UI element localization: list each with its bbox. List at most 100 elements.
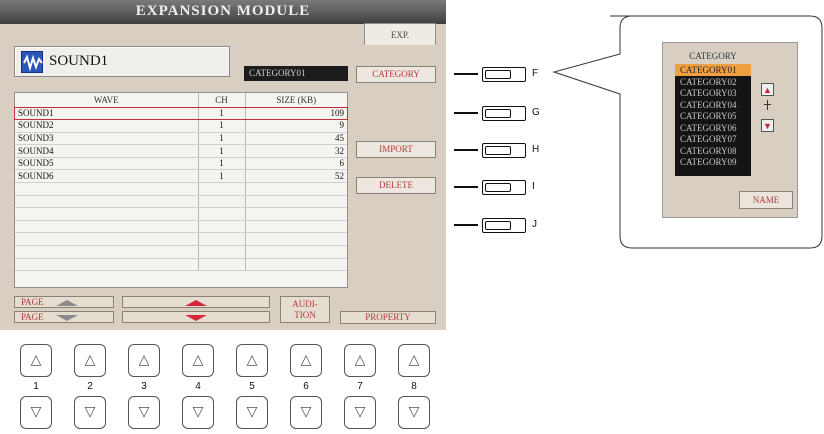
connector-line (454, 73, 478, 75)
table-row[interactable]: SOUND3 1 45 (15, 132, 347, 146)
arrow-down-icon (55, 314, 78, 321)
table-row-empty (15, 220, 347, 234)
button-number-label: 5 (249, 381, 255, 392)
button-cap (485, 109, 511, 118)
page-up-label: PAGE (21, 297, 44, 307)
scroll-up-button[interactable] (122, 296, 270, 308)
category-list-item[interactable]: CATEGORY07 (675, 133, 751, 145)
button-3-down[interactable]: ▽ (128, 396, 160, 429)
cell-size: 9 (245, 119, 347, 133)
connector-line (454, 112, 478, 114)
page-up-button[interactable]: PAGE (14, 296, 114, 308)
button-cap (485, 70, 511, 79)
wave-table: WAVE CH SIZE (KB) SOUND1 1 109 SOUND2 1 … (14, 92, 348, 288)
property-button[interactable]: PROPERTY (340, 311, 436, 324)
button-number-label: 8 (411, 381, 417, 392)
side-label-i: I (532, 181, 535, 192)
side-button-f[interactable] (482, 67, 526, 82)
table-row[interactable]: SOUND2 1 9 (15, 119, 347, 133)
category-list-item[interactable]: CATEGORY03 (675, 87, 751, 99)
tab-exp[interactable]: EXP. (364, 23, 436, 45)
cell-wave: SOUND6 (15, 169, 199, 184)
table-row-empty (15, 207, 347, 221)
delete-button[interactable]: DELETE (356, 177, 436, 194)
connector-line (454, 149, 478, 151)
category-list-item[interactable]: CATEGORY09 (675, 156, 751, 168)
table-row[interactable]: SOUND5 1 6 (15, 157, 347, 171)
audition-button[interactable]: AUDI- TION (280, 296, 330, 323)
button-4-down[interactable]: ▽ (182, 396, 214, 429)
button-5-up[interactable]: △ (236, 344, 268, 377)
button-cap (485, 146, 511, 155)
category-list-item[interactable]: CATEGORY05 (675, 110, 751, 122)
button-7-down[interactable]: ▽ (344, 396, 376, 429)
cell-ch: 1 (198, 144, 246, 158)
table-row[interactable]: SOUND1 1 109 (15, 107, 347, 121)
button-8-up[interactable]: △ (398, 344, 430, 377)
side-button-i[interactable] (482, 180, 526, 195)
button-number-label: 1 (33, 381, 39, 392)
button-4-up[interactable]: △ (182, 344, 214, 377)
header-wave: WAVE (15, 93, 199, 108)
side-button-h[interactable] (482, 143, 526, 158)
button-8-down[interactable]: ▽ (398, 396, 430, 429)
cell-ch: 1 (198, 119, 246, 133)
arrow-down-icon (185, 314, 207, 321)
screen-title: EXPANSION MODULE (0, 0, 446, 24)
cell-ch: 1 (198, 169, 246, 184)
cell-wave: SOUND1 (15, 107, 199, 121)
category-list[interactable]: CATEGORY01 CATEGORY02 CATEGORY03 CATEGOR… (675, 64, 751, 176)
audition-label-line2: TION (294, 310, 316, 320)
category-list-item[interactable]: CATEGORY02 (675, 76, 751, 88)
cell-ch: 1 (198, 107, 246, 121)
button-1-down[interactable]: ▽ (20, 396, 52, 429)
button-5-down[interactable]: ▽ (236, 396, 268, 429)
button-6-down[interactable]: ▽ (290, 396, 322, 429)
table-row-empty (15, 258, 347, 272)
side-button-j[interactable] (482, 218, 526, 233)
button-number-label: 2 (87, 381, 93, 392)
button-cap (485, 221, 511, 230)
category-list-item[interactable]: CATEGORY06 (675, 122, 751, 134)
category-button[interactable]: CATEGORY (356, 66, 436, 83)
table-row[interactable]: SOUND6 1 52 (15, 169, 347, 184)
cell-ch: 1 (198, 157, 246, 171)
button-2-down[interactable]: ▽ (74, 396, 106, 429)
side-label-h: H (532, 144, 540, 155)
side-label-g: G (532, 107, 540, 118)
category-list-item[interactable]: CATEGORY08 (675, 145, 751, 157)
page-down-button[interactable]: PAGE (14, 311, 114, 323)
button-number-label: 4 (195, 381, 201, 392)
page-down-label: PAGE (21, 312, 44, 322)
category-down-button[interactable]: ▼ (761, 119, 774, 132)
sound-name: SOUND1 (49, 53, 109, 69)
side-label-f: F (532, 68, 539, 79)
category-list-item[interactable]: CATEGORY04 (675, 99, 751, 111)
scroll-down-button[interactable] (122, 311, 270, 323)
button-6-up[interactable]: △ (290, 344, 322, 377)
audition-label-line1: AUDI- (292, 299, 318, 309)
table-row-empty (15, 245, 347, 259)
waveform-icon (21, 51, 43, 73)
button-3-up[interactable]: △ (128, 344, 160, 377)
cell-wave: SOUND2 (15, 119, 199, 133)
cell-wave: SOUND4 (15, 144, 199, 158)
button-number-label: 6 (303, 381, 309, 392)
button-1-up[interactable]: △ (20, 344, 52, 377)
connector-line (454, 224, 478, 226)
import-button[interactable]: IMPORT (356, 141, 436, 158)
cell-ch: 1 (198, 132, 246, 146)
button-number-label: 7 (357, 381, 363, 392)
sound-name-box[interactable]: SOUND1 (14, 46, 230, 77)
name-button[interactable]: NAME (739, 191, 793, 209)
header-ch: CH (198, 93, 246, 108)
category-list-item[interactable]: CATEGORY01 (675, 64, 751, 76)
button-cap (485, 183, 511, 192)
cell-size: 45 (245, 132, 347, 146)
category-up-button[interactable]: ▲ (761, 83, 774, 96)
button-2-up[interactable]: △ (74, 344, 106, 377)
divider (767, 100, 768, 110)
button-7-up[interactable]: △ (344, 344, 376, 377)
table-row[interactable]: SOUND4 1 32 (15, 144, 347, 158)
side-button-g[interactable] (482, 106, 526, 121)
